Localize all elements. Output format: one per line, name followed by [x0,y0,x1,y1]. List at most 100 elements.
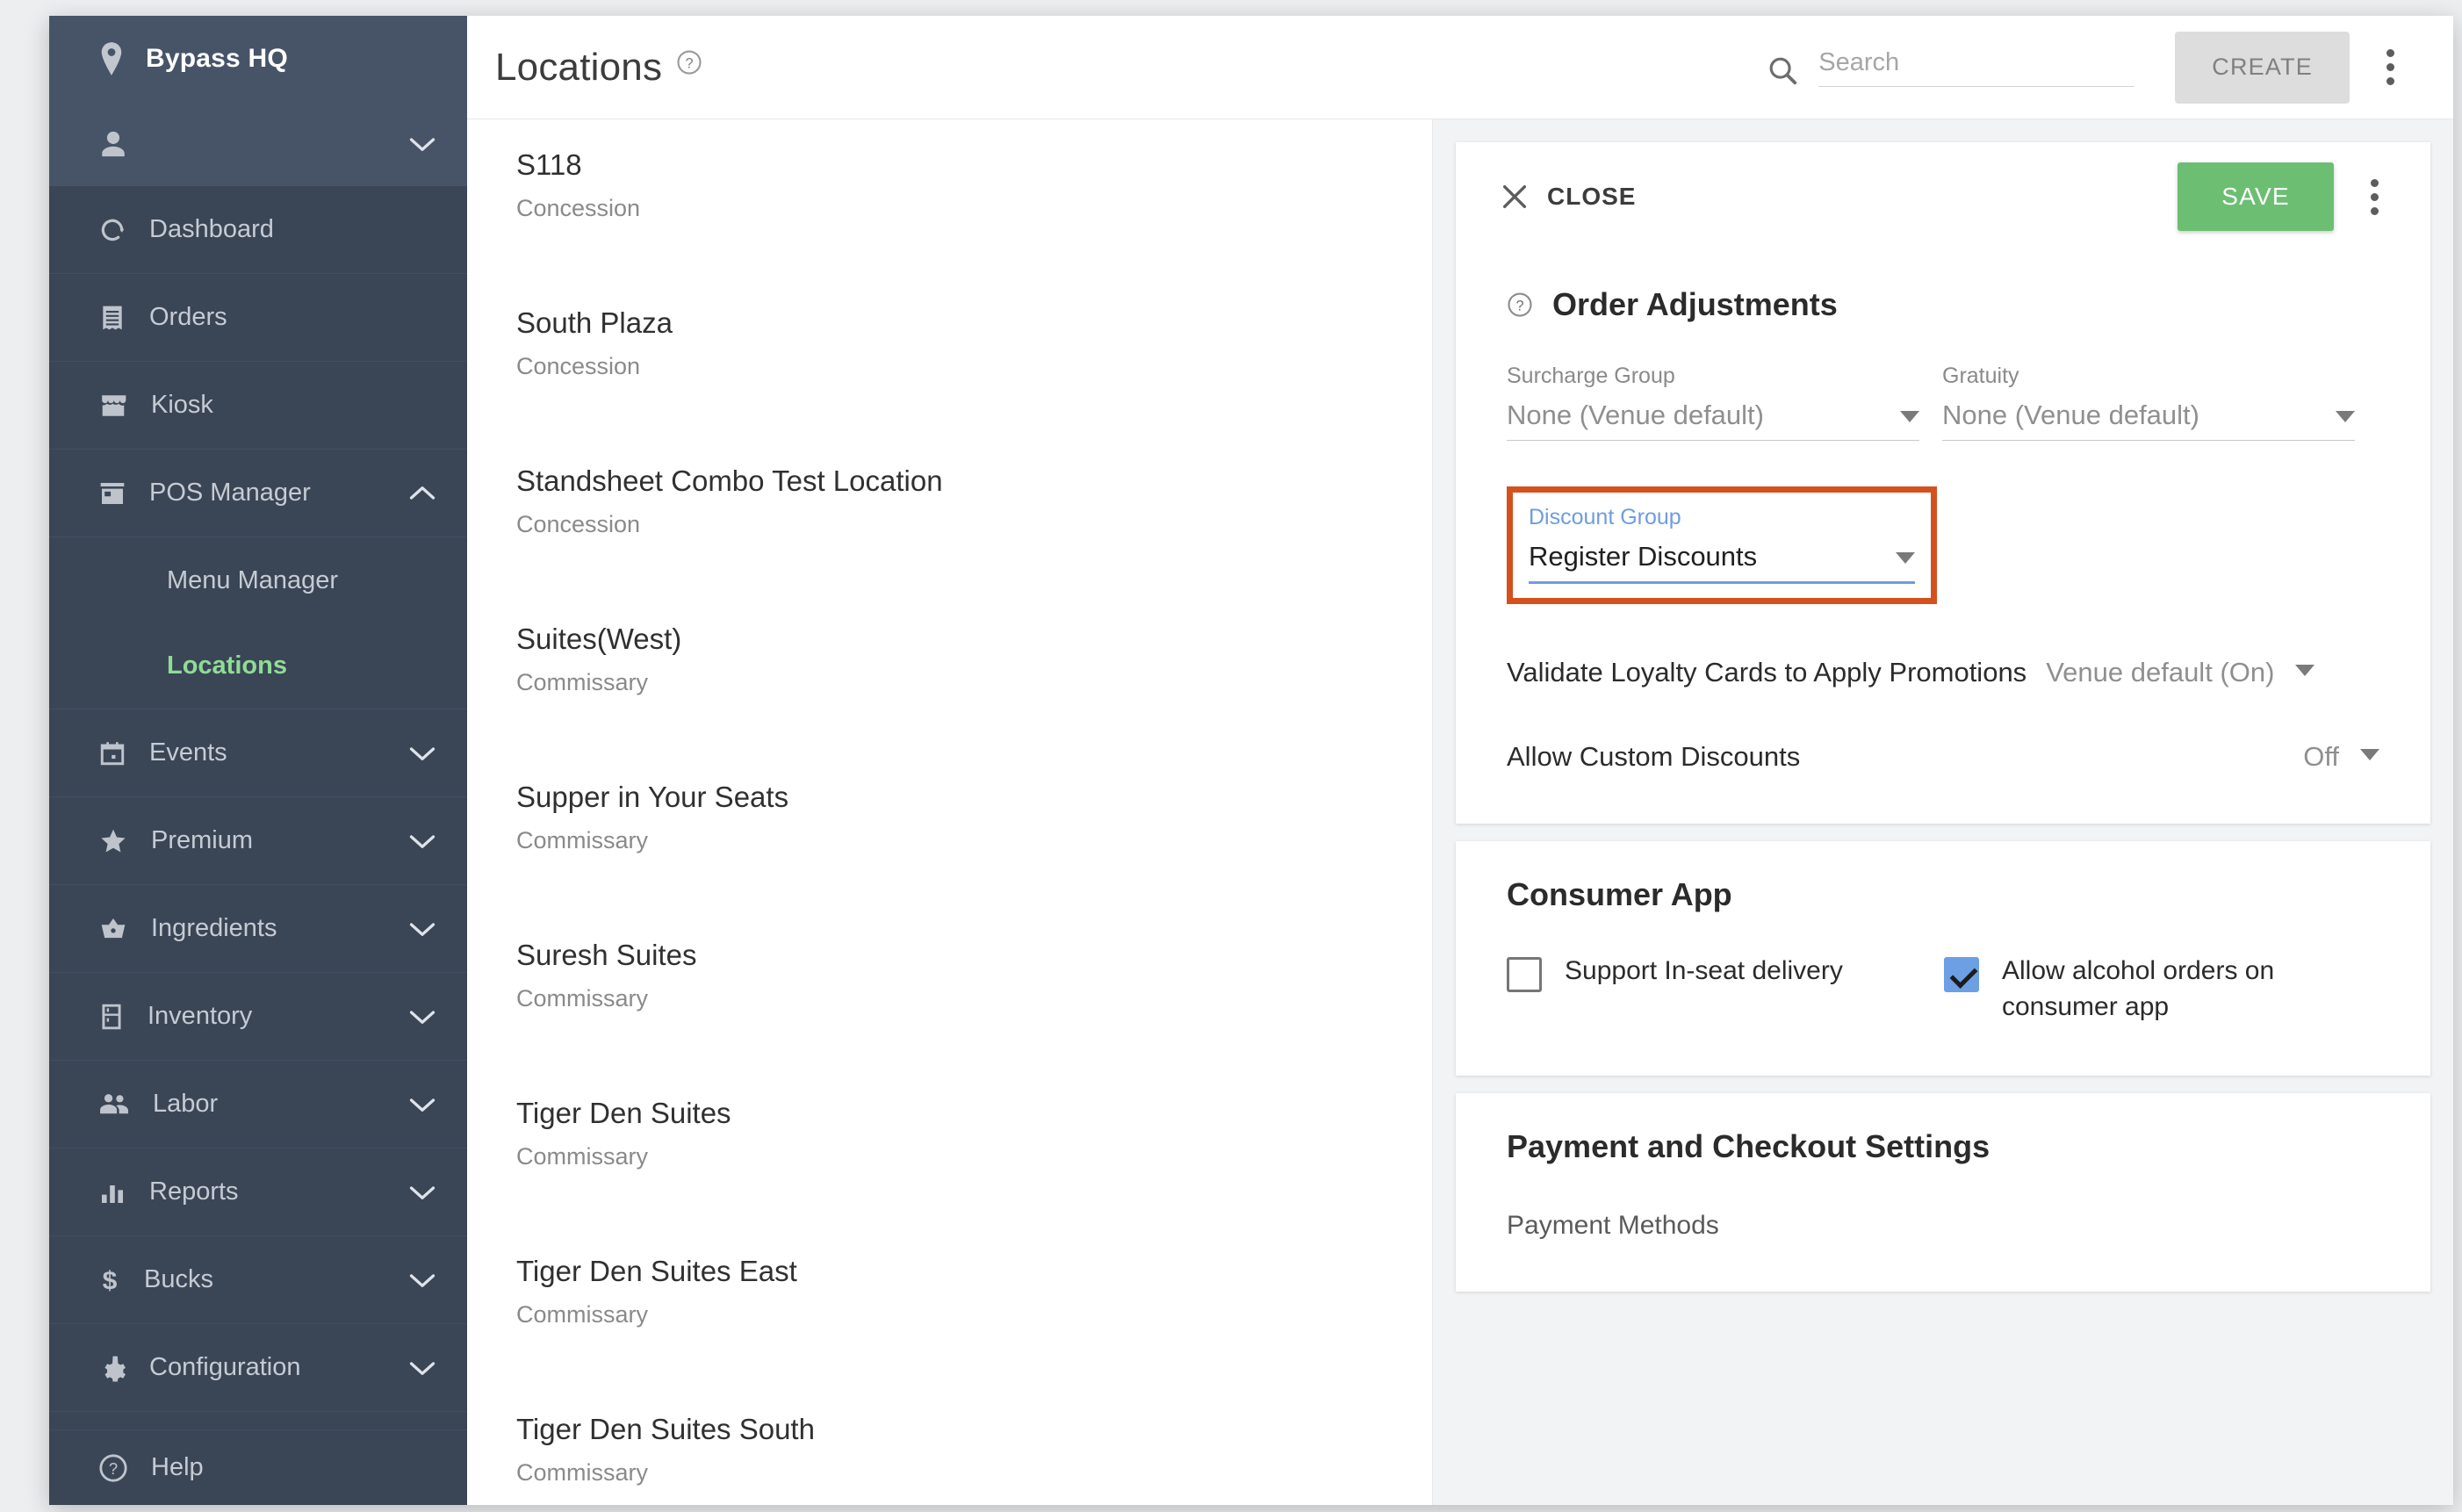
surcharge-group-select[interactable]: None (Venue default) [1507,400,1919,441]
save-button[interactable]: SAVE [2178,162,2334,231]
validate-loyalty-row[interactable]: Validate Loyalty Cards to Apply Promotio… [1507,657,2379,688]
sidebar-item-ingredients[interactable]: Ingredients [49,885,467,973]
list-item[interactable]: S118 Concession [467,149,1432,307]
sidebar-item-premium[interactable]: Premium [49,797,467,885]
location-name: Standsheet Combo Test Location [516,465,1383,497]
sidebar-item-label: Ingredients [151,914,277,943]
discount-group-field[interactable]: Discount Group Register Discounts [1529,505,1915,584]
user-menu[interactable] [49,102,467,186]
sidebar-item-kiosk[interactable]: Kiosk [49,362,467,450]
discount-group-highlight: Discount Group Register Discounts [1507,486,1937,604]
chevron-down-icon [409,833,436,849]
list-item[interactable]: Supper in Your Seats Commissary [467,781,1432,940]
allow-custom-discounts-row[interactable]: Allow Custom Discounts Off [1507,741,2379,773]
receipt-icon [98,304,126,332]
close-x-icon [1500,182,1530,212]
setting-value: Venue default (On) [2046,657,2274,688]
sidebar-item-configuration[interactable]: Configuration [49,1324,467,1412]
kebab-menu-icon[interactable] [2350,161,2399,233]
search-icon[interactable] [1766,54,1799,87]
svg-text:?: ? [1515,298,1523,313]
sidebar-item-menu-manager[interactable]: Menu Manager [49,537,467,623]
sidebar-item-label: Configuration [149,1353,301,1382]
locations-list: S118 Concession South Plaza Concession S… [467,119,1433,1505]
detail-header: CLOSE SAVE [1456,142,2430,251]
search-input[interactable] [1818,48,2134,77]
payment-checkout-title-row: Payment and Checkout Settings [1507,1128,2379,1165]
chevron-down-icon [2336,411,2355,422]
person-icon [98,129,128,159]
sidebar-nav: Dashboard Orders Kiosk POS Manager [49,186,467,1412]
list-item[interactable]: Tiger Den Suites Commissary [467,1098,1432,1256]
brand-row[interactable]: Bypass HQ [49,16,467,102]
chevron-down-icon [1896,552,1915,564]
close-button[interactable]: CLOSE [1500,182,1636,212]
sidebar-item-dashboard[interactable]: Dashboard [49,186,467,274]
list-item[interactable]: Suresh Suites Commissary [467,940,1432,1098]
chevron-up-icon [409,486,436,501]
location-name: S118 [516,149,1383,181]
help-circle-icon: ? [98,1453,128,1483]
list-item[interactable]: Tiger Den Suites East Commissary [467,1256,1432,1414]
sidebar-item-events[interactable]: Events [49,709,467,797]
field-label: Surcharge Group [1507,364,1919,389]
list-item[interactable]: Suites(West) Commissary [467,623,1432,781]
sidebar-item-orders[interactable]: Orders [49,274,467,362]
gratuity-field[interactable]: Gratuity None (Venue default) [1942,364,2355,441]
chevron-down-icon [409,1009,436,1025]
location-type: Commissary [516,985,1383,1012]
sidebar-item-help[interactable]: ? Help [49,1429,467,1505]
people-icon [98,1091,130,1119]
surcharge-group-field[interactable]: Surcharge Group None (Venue default) [1507,364,1919,441]
sidebar-item-label: Inventory [148,1002,252,1031]
consumer-app-title-row: Consumer App [1507,876,2379,913]
chevron-down-icon [409,1272,436,1288]
allow-alcohol-orders-checkbox[interactable]: Allow alcohol orders on consumer app [1944,954,2371,1025]
help-circle-icon[interactable]: ? [1507,292,1533,318]
list-item[interactable]: Tiger Den Suites South Commissary [467,1414,1432,1505]
dollar-icon: $ [98,1265,121,1295]
list-item[interactable]: Standsheet Combo Test Location Concessio… [467,465,1432,623]
basket-icon [98,915,128,943]
sidebar-item-inventory[interactable]: Inventory [49,973,467,1061]
svg-text:$: $ [103,1266,118,1295]
chevron-down-icon [409,136,436,152]
sidebar-item-labor[interactable]: Labor [49,1061,467,1148]
help-circle-icon[interactable]: ? [676,49,702,76]
support-inseat-delivery-checkbox[interactable]: Support In-seat delivery [1507,954,1944,1025]
location-type: Commissary [516,1143,1383,1170]
dashboard-icon [98,216,126,244]
checkbox-label: Support In-seat delivery [1565,954,1843,990]
adjustment-fields-row: Surcharge Group None (Venue default) Gra… [1507,364,2379,441]
location-type: Concession [516,195,1383,222]
sidebar-item-bucks[interactable]: $ Bucks [49,1236,467,1324]
page-title: Locations [495,46,662,90]
location-type: Commissary [516,827,1383,854]
kebab-menu-icon[interactable] [2365,32,2415,104]
setting-value: Off [2303,741,2339,773]
search-field-wrapper [1818,48,2134,87]
detail-panel: CLOSE SAVE ? Order Adjustments [1433,119,2453,1505]
location-pin-icon [98,42,125,76]
create-button[interactable]: CREATE [2175,32,2350,104]
order-adjustments-body: ? Order Adjustments Surcharge Group None… [1456,251,2430,824]
gear-icon [98,1354,126,1382]
sidebar-item-label: Premium [151,826,253,855]
section-title: Consumer App [1507,876,1732,913]
sidebar-item-reports[interactable]: Reports [49,1148,467,1236]
discount-group-select[interactable]: Register Discounts [1529,541,1915,584]
top-bar: Locations ? CREATE [467,16,2453,119]
star-icon [98,827,128,855]
location-type: Concession [516,511,1383,538]
setting-label: Validate Loyalty Cards to Apply Promotio… [1507,657,2026,688]
gratuity-select[interactable]: None (Venue default) [1942,400,2355,441]
checkbox-box [1944,957,1979,992]
sidebar-item-pos-manager[interactable]: POS Manager [49,450,467,537]
field-value: None (Venue default) [1507,400,1888,431]
sidebar-item-locations[interactable]: Locations [49,623,467,709]
location-name: Suresh Suites [516,940,1383,971]
list-item[interactable]: South Plaza Concession [467,307,1432,465]
payment-methods-label: Payment Methods [1507,1211,2379,1241]
sidebar-item-label: Kiosk [151,391,213,420]
setting-label: Allow Custom Discounts [1507,741,1800,773]
